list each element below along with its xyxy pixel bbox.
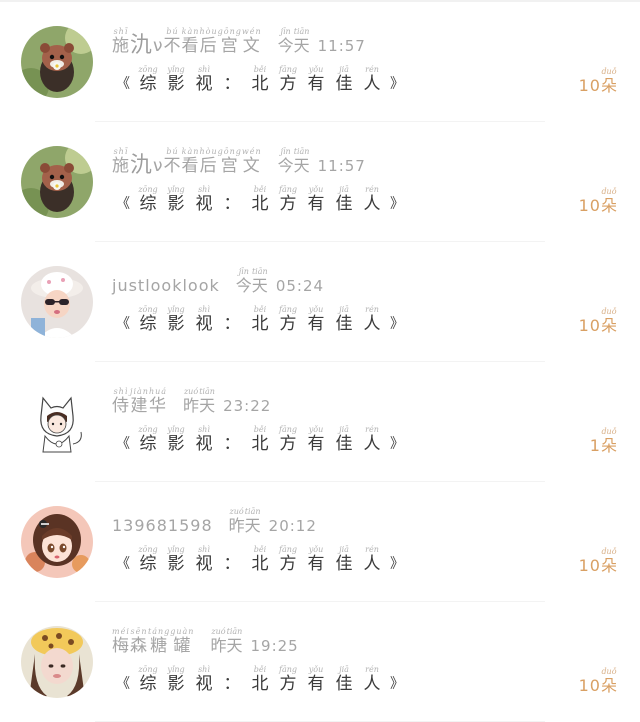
sender-nickname[interactable]: shì 侍 jiàn 建 huá 华 — [112, 387, 167, 416]
gift-record-row[interactable]: 139681598 zuó 昨 tiān 天 20:12 《 zōng 综 yǐng 影 shì 视 ：… — [0, 482, 640, 602]
record-time: 23:22 — [223, 397, 272, 415]
flower-amount: 10 duǒ 朵 — [578, 187, 617, 215]
hamster-flower-avatar[interactable] — [21, 26, 93, 98]
sender-meta: 139681598 zuó 昨 tiān 天 20:12 — [112, 502, 317, 536]
sender-nickname[interactable]: 139681598 — [112, 516, 213, 536]
record-day: jīn 今 tiān 天 — [277, 27, 310, 55]
gift-record-row[interactable]: shī 施 氿 ν bú 不 kàn 看 hòu 后 gōng 宫 wén 文 jīn 今 tiān 天 11:… — [0, 2, 640, 122]
flower-amount: 1 duǒ 朵 — [589, 427, 617, 455]
cat-hood-sketch-avatar[interactable] — [21, 386, 93, 458]
sender-meta: shī 施 氿 ν bú 不 kàn 看 hòu 后 gōng 宫 wén 文 jīn 今 tiān 天 11:… — [112, 22, 366, 57]
sender-nickname[interactable]: shī 施 氿 ν bú 不 kàn 看 hòu 后 gōng 宫 wén 文 — [112, 27, 262, 57]
record-day: zuó 昨 tiān 天 — [210, 627, 243, 655]
book-title[interactable]: 《 zōng 综 yǐng 影 shì 视 ： běi 北 fāng 方 yǒu 有 jiā 佳 rén 人》 — [112, 660, 408, 694]
sender-meta: shī 施 氿 ν bú 不 kàn 看 hòu 后 gōng 宫 wén 文 jīn 今 tiān 天 11:… — [112, 142, 366, 177]
record-day: jīn 今 tiān 天 — [235, 267, 268, 295]
flower-amount: 10 duǒ 朵 — [578, 667, 617, 695]
gift-record-row[interactable]: méi 梅 sēn 森 táng 糖 guàn 罐 zuó 昨 tiān 天 19:25 《 zōng 综 yǐ… — [0, 602, 640, 722]
flower-amount: 10 duǒ 朵 — [578, 67, 617, 95]
sender-nickname[interactable]: shī 施 氿 ν bú 不 kàn 看 hòu 后 gōng 宫 wén 文 — [112, 147, 262, 177]
record-time: 11:57 — [317, 157, 366, 175]
record-time: 11:57 — [317, 37, 366, 55]
record-day: zuó 昨 tiān 天 — [183, 387, 216, 415]
flower-amount: 10 duǒ 朵 — [578, 307, 617, 335]
book-title[interactable]: 《 zōng 综 yǐng 影 shì 视 ： běi 北 fāng 方 yǒu 有 jiā 佳 rén 人》 — [112, 60, 408, 94]
anime-girl-avatar[interactable] — [21, 506, 93, 578]
record-time: 05:24 — [275, 277, 325, 295]
gift-record-list: shī 施 氿 ν bú 不 kàn 看 hòu 后 gōng 宫 wén 文 jīn 今 tiān 天 11:… — [0, 2, 640, 722]
record-time: 20:12 — [268, 517, 317, 535]
record-time: 19:25 — [250, 637, 299, 655]
record-day: zuó 昨 tiān 天 — [228, 507, 261, 535]
gift-record-row[interactable]: shī 施 氿 ν bú 不 kàn 看 hòu 后 gōng 宫 wén 文 jīn 今 tiān 天 11:… — [0, 122, 640, 242]
sender-nickname[interactable]: justlooklook — [112, 276, 220, 296]
sender-meta: shì 侍 jiàn 建 huá 华 zuó 昨 tiān 天 23:22 — [112, 382, 271, 416]
record-day: jīn 今 tiān 天 — [277, 147, 310, 175]
book-title[interactable]: 《 zōng 综 yǐng 影 shì 视 ： běi 北 fāng 方 yǒu 有 jiā 佳 rén 人》 — [112, 300, 408, 334]
book-title[interactable]: 《 zōng 综 yǐng 影 shì 视 ： běi 北 fāng 方 yǒu 有 jiā 佳 rén 人》 — [112, 540, 408, 574]
sender-meta: méi 梅 sēn 森 táng 糖 guàn 罐 zuó 昨 tiān 天 19:25 — [112, 622, 299, 656]
hamster-flower-avatar[interactable] — [21, 146, 93, 218]
girl-leopard-hat-avatar[interactable] — [21, 626, 93, 698]
gift-record-row[interactable]: justlooklook jīn 今 tiān 天 05:24 《 zōng 综 yǐng 影 shì… — [0, 242, 640, 362]
sender-meta: justlooklook jīn 今 tiān 天 05:24 — [112, 262, 324, 296]
girl-hat-sunglasses-avatar[interactable] — [21, 266, 93, 338]
book-title[interactable]: 《 zōng 综 yǐng 影 shì 视 ： běi 北 fāng 方 yǒu 有 jiā 佳 rén 人》 — [112, 180, 408, 214]
flower-amount: 10 duǒ 朵 — [578, 547, 617, 575]
book-title[interactable]: 《 zōng 综 yǐng 影 shì 视 ： běi 北 fāng 方 yǒu 有 jiā 佳 rén 人》 — [112, 420, 408, 454]
sender-nickname[interactable]: méi 梅 sēn 森 táng 糖 guàn 罐 — [112, 627, 194, 656]
gift-record-row[interactable]: shì 侍 jiàn 建 huá 华 zuó 昨 tiān 天 23:22 《 zōng 综 yǐng 影 sh… — [0, 362, 640, 482]
